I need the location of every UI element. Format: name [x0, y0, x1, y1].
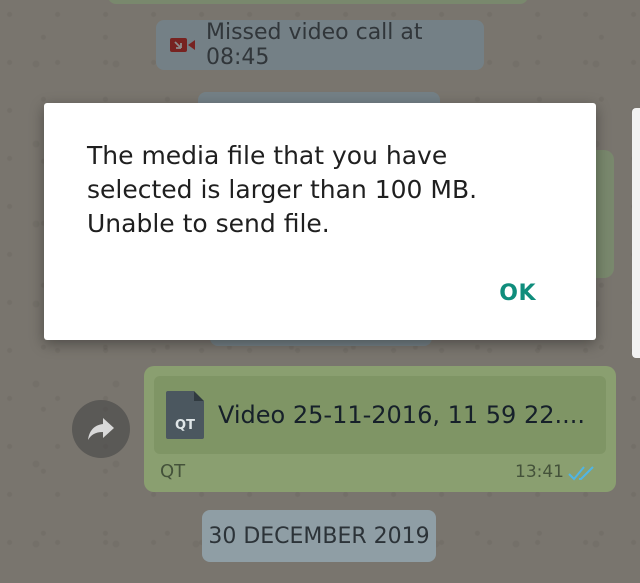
file-name: Video 25-11-2016, 11 59 22....	[218, 401, 585, 429]
scroll-handle[interactable]	[632, 108, 640, 358]
ok-button[interactable]: OK	[499, 281, 536, 306]
date-separator: 30 DECEMBER 2019	[202, 510, 436, 562]
forward-icon	[88, 418, 114, 440]
message-time: 13:41	[515, 462, 564, 482]
file-message-bubble[interactable]: QT Video 25-11-2016, 11 59 22.... QT 13:…	[144, 366, 616, 492]
file-icon-label: QT	[175, 418, 195, 433]
double-check-icon	[568, 466, 594, 481]
file-type: QT	[160, 461, 186, 482]
alert-dialog: The media file that you have selected is…	[44, 103, 596, 340]
document-icon: QT	[166, 391, 204, 439]
dialog-message: The media file that you have selected is…	[87, 141, 478, 238]
file-attachment[interactable]: QT Video 25-11-2016, 11 59 22....	[154, 376, 606, 454]
forward-button[interactable]	[72, 400, 130, 458]
